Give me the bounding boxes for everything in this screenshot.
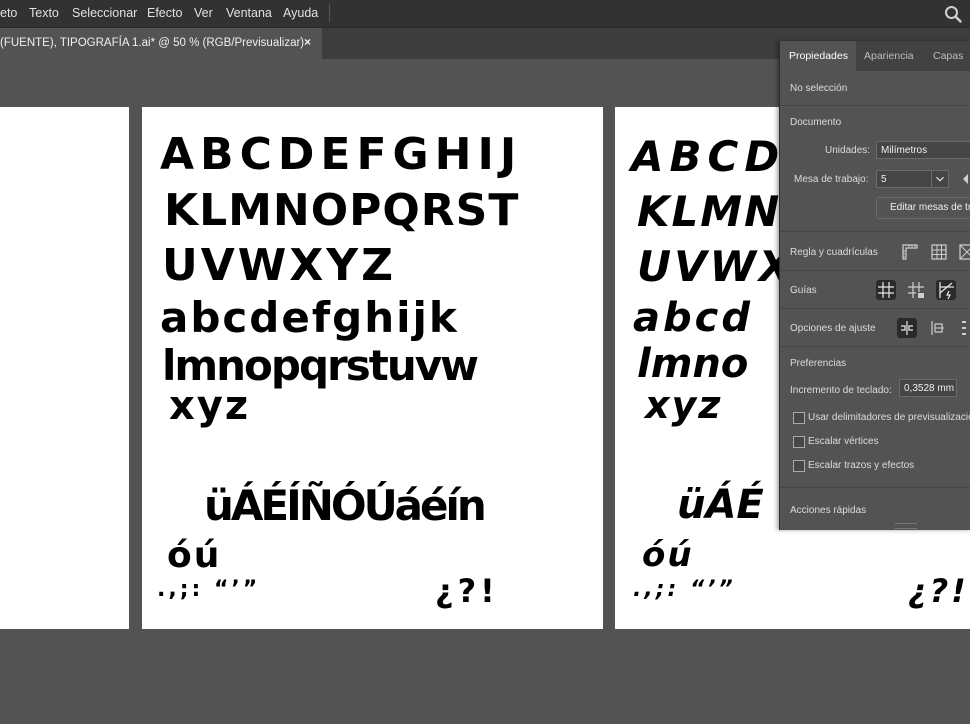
scale-strokes-checkbox[interactable] — [793, 460, 805, 472]
snap-to-glyph-icon[interactable] — [957, 318, 970, 338]
artboard-left[interactable] — [0, 107, 129, 629]
units-label: Unidades: — [825, 145, 871, 156]
glyph-row-accented-1: üÁÉÍÑÓÚáéín — [204, 481, 487, 530]
glyph-row-uppercase-3: UVWX — [637, 242, 795, 291]
menu-item-window[interactable]: Ventana — [226, 6, 272, 20]
menu-divider — [329, 4, 330, 22]
glyph-row-punctuation: .,;: “’” — [157, 577, 261, 602]
scale-strokes-label: Escalar trazos y efectos — [808, 460, 915, 471]
panel-divider — [780, 487, 970, 488]
scale-corners-checkbox[interactable] — [793, 436, 805, 448]
snap-options-label: Opciones de ajuste — [790, 323, 876, 334]
scale-corners-label: Escalar vértices — [808, 436, 879, 447]
snap-to-pixel-icon[interactable] — [927, 318, 947, 338]
panel-tab-bar: Propiedades Apariencia Capas — [780, 41, 970, 71]
glyph-row-lowercase-2: lmno — [637, 341, 749, 387]
glyph-row-lowercase-1: abcd — [633, 295, 753, 341]
glyph-row-uppercase-2: KLMN — [637, 187, 782, 236]
guides-label: Guías — [790, 285, 817, 296]
properties-panel: Propiedades Apariencia Capas No selecció… — [779, 41, 970, 530]
lock-guides-icon[interactable] — [906, 280, 926, 300]
glyph-row-symbols: ¿?! — [908, 572, 969, 610]
tab-properties[interactable]: Propiedades — [789, 50, 848, 62]
perspective-grid-icon[interactable] — [957, 242, 970, 262]
glyph-row-uppercase-3: UVWXYZ — [162, 240, 397, 291]
menu-item-view[interactable]: Ver — [194, 6, 213, 20]
menu-item-object[interactable]: eto — [0, 6, 17, 20]
artboard-label: Mesa de trabajo: — [794, 174, 869, 185]
smart-guides-icon[interactable] — [936, 280, 956, 300]
rulers-grids-label: Regla y cuadrículas — [790, 247, 878, 258]
glyph-row-uppercase-1: ABCD — [631, 132, 786, 181]
resize-grip-icon[interactable] — [895, 523, 917, 529]
artboard-number-input[interactable]: 5 — [876, 170, 932, 188]
menu-item-effect[interactable]: Efecto — [147, 6, 182, 20]
search-icon[interactable] — [944, 5, 962, 23]
panel-divider — [780, 231, 970, 232]
preferences-section-title: Preferencias — [790, 358, 847, 369]
document-section-title: Documento — [790, 117, 842, 128]
menu-bar: eto Texto Seleccionar Efecto Ver Ventana… — [0, 0, 970, 28]
previous-artboard-icon[interactable] — [961, 173, 970, 185]
glyph-row-lowercase-1: abcdefghijk — [160, 293, 459, 342]
no-selection-label: No selección — [790, 83, 848, 94]
panel-divider — [780, 308, 970, 309]
glyph-row-accented-1: üÁÉ — [677, 482, 764, 528]
show-guides-icon[interactable] — [876, 280, 896, 300]
keyboard-increment-label: Incremento de teclado: — [790, 385, 892, 396]
artboard-middle[interactable]: ABCDEFGHIJ KLMNOPQRST UVWXYZ abcdefghijk… — [142, 107, 603, 629]
glyph-row-accented-2: óú — [642, 535, 694, 575]
tab-appearance[interactable]: Apariencia — [864, 50, 914, 62]
glyph-row-lowercase-3: xyz — [645, 383, 723, 427]
document-tab[interactable]: (FUENTE), TIPOGRAFÍA 1.ai* @ 50 % (RGB/P… — [0, 28, 322, 59]
preview-bounds-label: Usar delimitadores de previsualizació — [808, 412, 970, 423]
units-select[interactable]: Milímetros — [876, 141, 970, 159]
glyph-row-punctuation: .,;: “’” — [633, 577, 736, 602]
ruler-icon[interactable] — [900, 242, 920, 262]
chevron-down-icon[interactable] — [931, 170, 949, 188]
menu-item-text[interactable]: Texto — [29, 6, 59, 20]
panel-divider — [780, 346, 970, 347]
tab-layers[interactable]: Capas — [933, 50, 963, 62]
preview-bounds-checkbox[interactable] — [793, 412, 805, 424]
snap-to-point-icon[interactable] — [897, 318, 917, 338]
menu-item-help[interactable]: Ayuda — [283, 6, 318, 20]
document-tab-title: (FUENTE), TIPOGRAFÍA 1.ai* @ 50 % (RGB/P… — [0, 37, 305, 49]
grid-icon[interactable] — [929, 242, 949, 262]
panel-divider — [780, 270, 970, 271]
quick-actions-title: Acciones rápidas — [790, 505, 867, 516]
glyph-row-uppercase-2: KLMNOPQRST — [164, 185, 520, 236]
panel-divider — [780, 105, 970, 106]
close-icon[interactable]: × — [304, 35, 311, 49]
keyboard-increment-input[interactable]: 0,3528 mm — [899, 379, 957, 397]
menu-item-select[interactable]: Seleccionar — [72, 6, 137, 20]
glyph-row-symbols: ¿?! — [435, 572, 499, 610]
glyph-row-accented-2: óú — [167, 535, 222, 576]
glyph-row-uppercase-1: ABCDEFGHIJ — [160, 129, 523, 180]
edit-artboards-button[interactable]: Editar mesas de tra — [876, 197, 970, 219]
glyph-row-lowercase-3: xyz — [169, 383, 251, 429]
